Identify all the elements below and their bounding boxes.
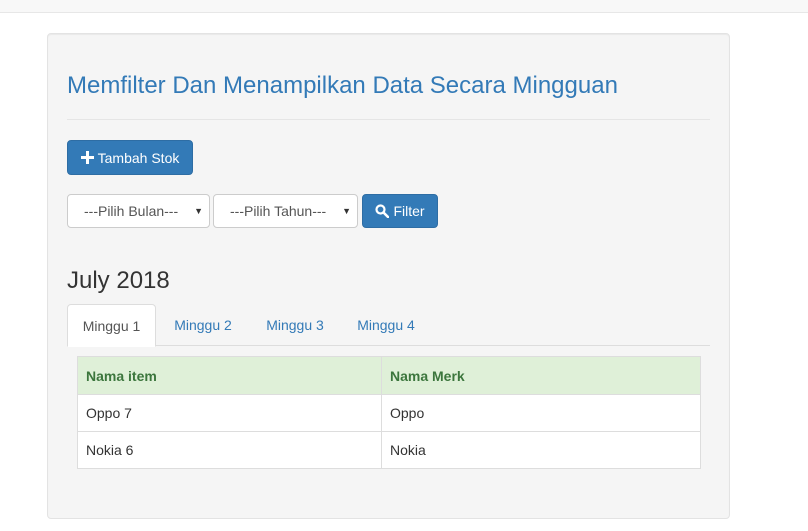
month-select-value: ---Pilih Bulan--- <box>84 203 179 219</box>
table-cell: Oppo 7 <box>77 394 382 432</box>
table-cell: Oppo <box>381 394 701 432</box>
column-header: Nama item <box>77 356 382 395</box>
add-stock-button[interactable]: Tambah Stok <box>67 140 193 175</box>
period-heading: July 2018 <box>67 267 170 294</box>
table-header-row: Nama item Nama Merk <box>77 356 701 395</box>
table-cell: Nokia 6 <box>77 431 382 469</box>
week-tabs: Minggu 1 Minggu 2 Minggu 3 Minggu 4 <box>67 304 710 347</box>
top-navbar <box>0 0 808 13</box>
chevron-down-icon: ▼ <box>342 206 351 216</box>
tab-minggu-3[interactable]: Minggu 3 <box>252 304 338 346</box>
content-panel: Memfilter Dan Menampilkan Data Secara Mi… <box>47 33 730 519</box>
table-row: Oppo 7 Oppo <box>77 394 701 432</box>
month-select[interactable]: ---Pilih Bulan--- ▼ <box>67 194 210 228</box>
filter-button[interactable]: Filter <box>362 194 438 228</box>
search-icon <box>375 204 390 219</box>
tab-minggu-1[interactable]: Minggu 1 <box>67 304 156 347</box>
add-stock-label: Tambah Stok <box>97 149 180 166</box>
plus-icon <box>80 151 94 164</box>
title-divider <box>67 119 710 120</box>
column-header: Nama Merk <box>381 356 701 395</box>
table-row: Nokia 6 Nokia <box>77 431 701 469</box>
page-title: Memfilter Dan Menampilkan Data Secara Mi… <box>67 72 618 99</box>
tab-minggu-4[interactable]: Minggu 4 <box>343 304 429 346</box>
year-select[interactable]: ---Pilih Tahun--- ▼ <box>213 194 358 228</box>
year-select-value: ---Pilih Tahun--- <box>230 203 327 219</box>
stock-table: Nama item Nama Merk Oppo 7 Oppo Nokia 6 … <box>77 356 701 469</box>
tab-minggu-2[interactable]: Minggu 2 <box>160 304 246 346</box>
chevron-down-icon: ▼ <box>194 206 203 216</box>
filter-label: Filter <box>393 203 425 219</box>
table-cell: Nokia <box>381 431 701 469</box>
